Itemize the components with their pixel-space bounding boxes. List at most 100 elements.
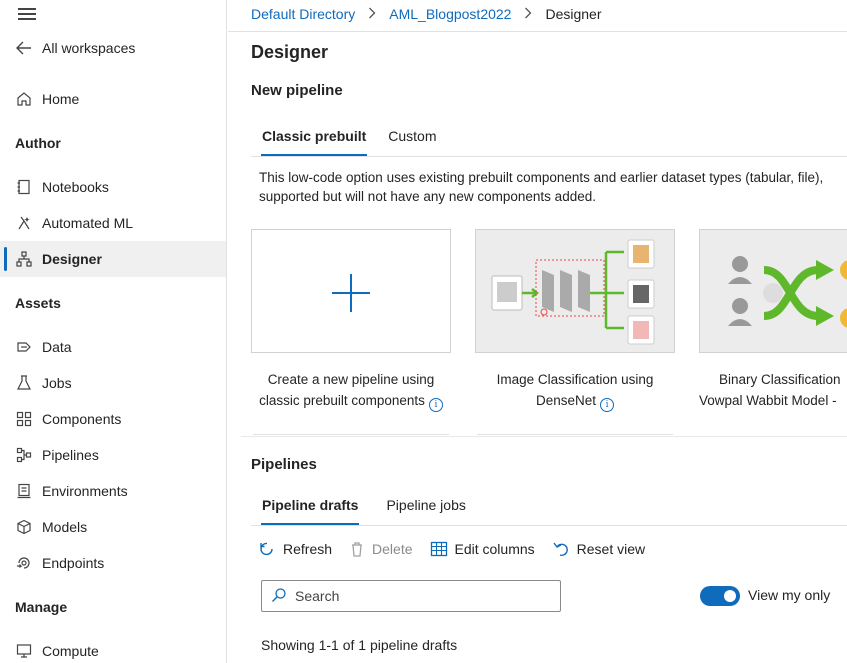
- sidebar-item-components[interactable]: Components: [0, 401, 226, 437]
- card-caption-line: Create a new pipeline using: [267, 372, 435, 387]
- card-caption: Image Classification using DenseNet i: [470, 369, 680, 412]
- table-columns-icon: [430, 541, 448, 557]
- tab-pipeline-jobs[interactable]: Pipeline jobs: [375, 493, 476, 525]
- back-label: All workspaces: [42, 40, 136, 56]
- card-divider: [253, 434, 449, 435]
- info-icon[interactable]: i: [428, 398, 443, 412]
- breadcrumb-current: Designer: [545, 6, 602, 22]
- components-icon: [15, 410, 33, 428]
- refresh-icon: [258, 540, 276, 558]
- reset-view-label: Reset view: [576, 541, 646, 557]
- sidebar-item-label: Automated ML: [42, 215, 134, 231]
- pipelines-icon: [15, 446, 33, 464]
- undo-icon: [552, 540, 570, 558]
- tab-custom[interactable]: Custom: [377, 124, 447, 156]
- tabs-divider: [251, 156, 847, 157]
- sidebar-item-label: Endpoints: [42, 555, 105, 571]
- binary-classification-card[interactable]: [699, 229, 847, 353]
- densenet-thumbnail-icon: [491, 239, 655, 345]
- page-title: Designer: [251, 42, 329, 62]
- pipelines-tabs: Pipeline drafts Pipeline jobs: [251, 493, 477, 525]
- card-caption-line: Vowpal Wabbit Model -: [699, 393, 837, 408]
- sidebar-item-label: Designer: [42, 251, 102, 267]
- header-divider: [228, 31, 847, 32]
- card-caption: Create a new pipeline using classic preb…: [246, 369, 456, 412]
- hamburger-menu-icon[interactable]: [18, 8, 36, 20]
- create-new-pipeline-card[interactable]: [251, 229, 451, 353]
- left-navigation: All workspaces Home Author Notebooks Aut…: [0, 0, 227, 663]
- card-divider: [477, 434, 673, 435]
- section-manage: Manage: [15, 599, 68, 615]
- sidebar-item-endpoints[interactable]: Endpoints: [0, 545, 226, 581]
- sidebar-item-label: Components: [42, 411, 122, 427]
- data-icon: [15, 338, 33, 356]
- refresh-button[interactable]: Refresh: [258, 540, 332, 558]
- designer-icon: [15, 250, 33, 268]
- sidebar-item-label: Notebooks: [42, 179, 109, 195]
- view-my-only-toggle[interactable]: [700, 586, 740, 606]
- tabs-divider: [251, 525, 847, 526]
- description-line: This low-code option uses existing prebu…: [259, 170, 824, 185]
- edit-columns-label: Edit columns: [454, 541, 535, 557]
- automl-icon: [15, 214, 33, 232]
- section-author: Author: [15, 135, 61, 151]
- card-caption-line: Binary Classification: [719, 372, 841, 387]
- back-to-all-workspaces[interactable]: All workspaces: [0, 30, 226, 66]
- new-pipeline-heading: New pipeline: [251, 82, 343, 99]
- sidebar-item-models[interactable]: Models: [0, 509, 226, 545]
- description-line: supported but will not have any new comp…: [259, 189, 596, 204]
- home-icon: [15, 90, 33, 108]
- chevron-right-icon: [524, 7, 532, 22]
- showing-count: Showing 1-1 of 1 pipeline drafts: [261, 637, 458, 653]
- sidebar-item-environments[interactable]: Environments: [0, 473, 226, 509]
- chevron-right-icon: [368, 7, 376, 22]
- sidebar-item-home[interactable]: Home: [0, 81, 226, 117]
- sidebar-item-automated-ml[interactable]: Automated ML: [0, 205, 226, 241]
- sidebar-item-compute[interactable]: Compute: [0, 633, 226, 663]
- sidebar-item-label: Data: [42, 339, 72, 355]
- search-box: [261, 580, 561, 612]
- sidebar-item-notebooks[interactable]: Notebooks: [0, 169, 226, 205]
- sidebar-item-label: Models: [42, 519, 88, 535]
- trash-icon: [349, 540, 365, 558]
- reset-view-button[interactable]: Reset view: [552, 540, 645, 558]
- card-caption-line: Image Classification using: [496, 372, 654, 387]
- breadcrumb-directory[interactable]: Default Directory: [251, 6, 355, 22]
- sidebar-item-label: Compute: [42, 643, 99, 659]
- plus-icon: [332, 274, 370, 312]
- card-caption-line: DenseNet: [535, 393, 597, 408]
- refresh-label: Refresh: [283, 541, 333, 557]
- breadcrumb-workspace[interactable]: AML_Blogpost2022: [389, 6, 511, 22]
- sidebar-item-jobs[interactable]: Jobs: [0, 365, 226, 401]
- endpoints-icon: [15, 554, 33, 572]
- new-pipeline-tabs: Classic prebuilt Custom: [251, 124, 448, 156]
- sidebar-item-data[interactable]: Data: [0, 329, 226, 365]
- sidebar-item-pipelines[interactable]: Pipelines: [0, 437, 226, 473]
- tab-pipeline-drafts[interactable]: Pipeline drafts: [251, 493, 369, 525]
- sidebar-item-designer[interactable]: Designer: [0, 241, 226, 277]
- sidebar-item-label: Pipelines: [42, 447, 99, 463]
- compute-icon: [15, 642, 33, 660]
- search-icon: [271, 587, 287, 606]
- card-caption-line: classic prebuilt components: [259, 393, 425, 408]
- search-input[interactable]: [295, 588, 545, 604]
- card-caption: Binary Classification Vowpal Wabbit Mode…: [699, 369, 847, 411]
- section-divider: [241, 436, 847, 437]
- notebook-icon: [15, 178, 33, 196]
- view-my-only-label: View my only: [748, 587, 831, 603]
- pipelines-heading: Pipelines: [251, 456, 317, 473]
- delete-label: Delete: [372, 541, 413, 557]
- delete-button[interactable]: Delete: [349, 540, 413, 558]
- image-classification-densenet-card[interactable]: [475, 229, 675, 353]
- arrow-left-icon: [15, 39, 33, 57]
- jobs-icon: [15, 374, 33, 392]
- classic-description: This low-code option uses existing prebu…: [259, 168, 847, 206]
- tab-classic-prebuilt[interactable]: Classic prebuilt: [251, 124, 377, 156]
- edit-columns-button[interactable]: Edit columns: [430, 541, 535, 557]
- sidebar-item-label: Environments: [42, 483, 128, 499]
- info-icon[interactable]: i: [600, 398, 615, 412]
- pipelines-toolbar: Refresh Delete Edit columns Reset view: [258, 540, 662, 558]
- binary-classification-thumbnail-icon: [728, 256, 847, 328]
- models-icon: [15, 518, 33, 536]
- sidebar-item-label: Home: [42, 91, 80, 107]
